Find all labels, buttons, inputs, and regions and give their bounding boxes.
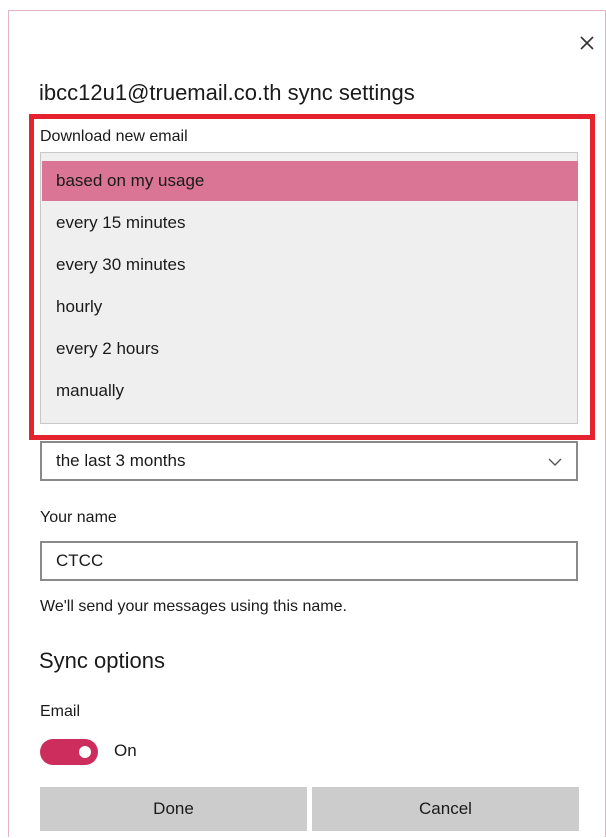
chevron-down-icon bbox=[548, 458, 562, 466]
highlight-annotation bbox=[29, 114, 595, 440]
download-range-value: the last 3 months bbox=[56, 451, 186, 470]
email-sync-state: On bbox=[114, 741, 137, 760]
close-button[interactable] bbox=[575, 31, 599, 55]
email-sync-toggle[interactable] bbox=[40, 739, 98, 765]
toggle-knob bbox=[79, 746, 91, 758]
your-name-hint: We'll send your messages using this name… bbox=[40, 598, 347, 615]
dialog-title: ibcc12u1@truemail.co.th sync settings bbox=[39, 80, 415, 105]
sync-options-heading: Sync options bbox=[39, 648, 165, 673]
email-sync-label: Email bbox=[40, 703, 81, 720]
download-range-select[interactable]: the last 3 months bbox=[40, 441, 578, 481]
close-icon bbox=[580, 36, 594, 50]
your-name-input[interactable] bbox=[40, 541, 578, 581]
cancel-button[interactable]: Cancel bbox=[312, 787, 579, 831]
done-button[interactable]: Done bbox=[40, 787, 307, 831]
your-name-label: Your name bbox=[40, 509, 117, 526]
